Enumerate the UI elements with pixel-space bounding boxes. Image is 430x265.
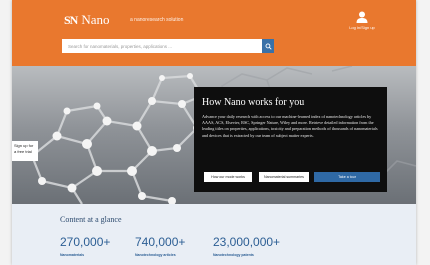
account-button[interactable]: Log in/Sign up <box>342 10 382 30</box>
stat-value: 23,000,000+ <box>213 235 281 249</box>
search-icon <box>265 43 272 50</box>
logo-mark: SN <box>64 12 78 27</box>
stat-label: Nanomaterials <box>60 253 85 257</box>
stat-label: Nanotechnology patents <box>213 253 254 257</box>
stat-value: 270,000+ <box>60 235 111 249</box>
take-tour-button[interactable]: Take a tour <box>314 172 380 182</box>
search-placeholder: Search for nanomaterials, properties, ap… <box>68 43 173 49</box>
signup-trial-link[interactable]: Sign up for a free trial <box>12 141 38 161</box>
search-bar: Search for nanomaterials, properties, ap… <box>62 39 274 53</box>
stat-nanomaterials: 270,000+ Nanomaterials <box>60 235 110 257</box>
logo-text: Nano <box>81 12 110 27</box>
stat-patents: 23,000,000+ Nanotechnology patents <box>213 235 280 257</box>
search-button[interactable] <box>262 39 274 53</box>
stat-value: 740,000+ <box>135 235 186 249</box>
search-input[interactable]: Search for nanomaterials, properties, ap… <box>62 39 262 53</box>
panel-body: Advance your daily research with access … <box>202 114 378 138</box>
stat-articles: 740,000+ Nanotechnology articles <box>135 235 185 257</box>
logo[interactable]: SN Nano <box>64 12 110 28</box>
content-at-a-glance: Content at a glance 270,000+ Nanomateria… <box>12 204 416 265</box>
nanomaterial-summaries-button[interactable]: Nanomaterial summaries <box>259 172 309 182</box>
glance-title: Content at a glance <box>60 215 122 224</box>
stat-label: Nanotechnology articles <box>135 253 176 257</box>
how-mode-works-button[interactable]: How our mode works <box>204 172 252 182</box>
header-bar: SN Nano a nanoresearch solution Log in/S… <box>12 0 416 66</box>
page-frame: SN Nano a nanoresearch solution Log in/S… <box>12 0 416 265</box>
panel-title: How Nano works for you <box>202 97 305 108</box>
user-icon <box>356 11 368 23</box>
account-label: Log in/Sign up <box>349 25 375 30</box>
tagline: a nanoresearch solution <box>130 17 184 23</box>
